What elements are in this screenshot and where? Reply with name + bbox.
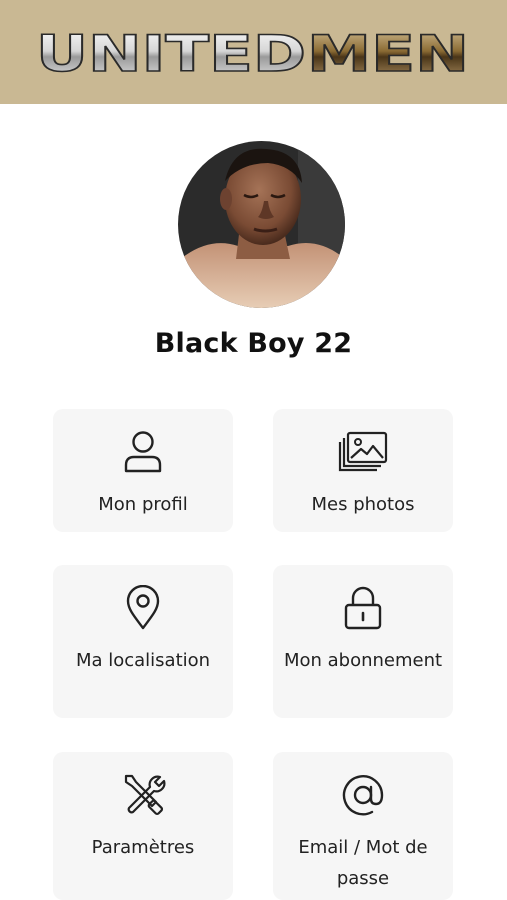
location-pin-icon — [116, 585, 170, 631]
menu-tile-my-location[interactable]: Ma localisation — [53, 565, 233, 718]
lock-icon — [336, 585, 390, 631]
app-header: UNITED MEN — [0, 0, 507, 104]
menu-tile-my-profile[interactable]: Mon profil — [53, 409, 233, 532]
menu-tile-label: Email / Mot de passe — [298, 837, 428, 889]
menu-tile-my-photos[interactable]: Mes photos — [273, 409, 453, 532]
menu-tile-label: Ma localisation — [75, 650, 211, 671]
app-screen: UNITED MEN Black Boy 22 Mon profil Mes p… — [0, 0, 507, 900]
united-men-logo[interactable]: UNITED MEN — [34, 27, 474, 77]
profile-avatar[interactable] — [178, 141, 345, 308]
menu-tile-label: Paramètres — [91, 837, 195, 858]
menu-tile-settings[interactable]: Paramètres — [53, 752, 233, 900]
profile-username: Black Boy 22 — [154, 328, 353, 359]
menu-tile-label: Mon profil — [98, 494, 188, 515]
logo-text-united: UNITED — [36, 27, 306, 77]
logo-text-men: MEN — [307, 27, 469, 77]
menu-tile-label: Mon abonnement — [283, 650, 443, 671]
user-icon — [116, 429, 170, 475]
menu-tile-my-subscription[interactable]: Mon abonnement — [273, 565, 453, 718]
tools-icon — [116, 772, 170, 818]
menu-tile-label: Mes photos — [311, 494, 415, 515]
menu-tile-email-password[interactable]: Email / Mot de passe — [273, 752, 453, 900]
photos-icon — [336, 429, 390, 475]
avatar-photo — [178, 141, 345, 308]
at-sign-icon — [336, 772, 390, 818]
